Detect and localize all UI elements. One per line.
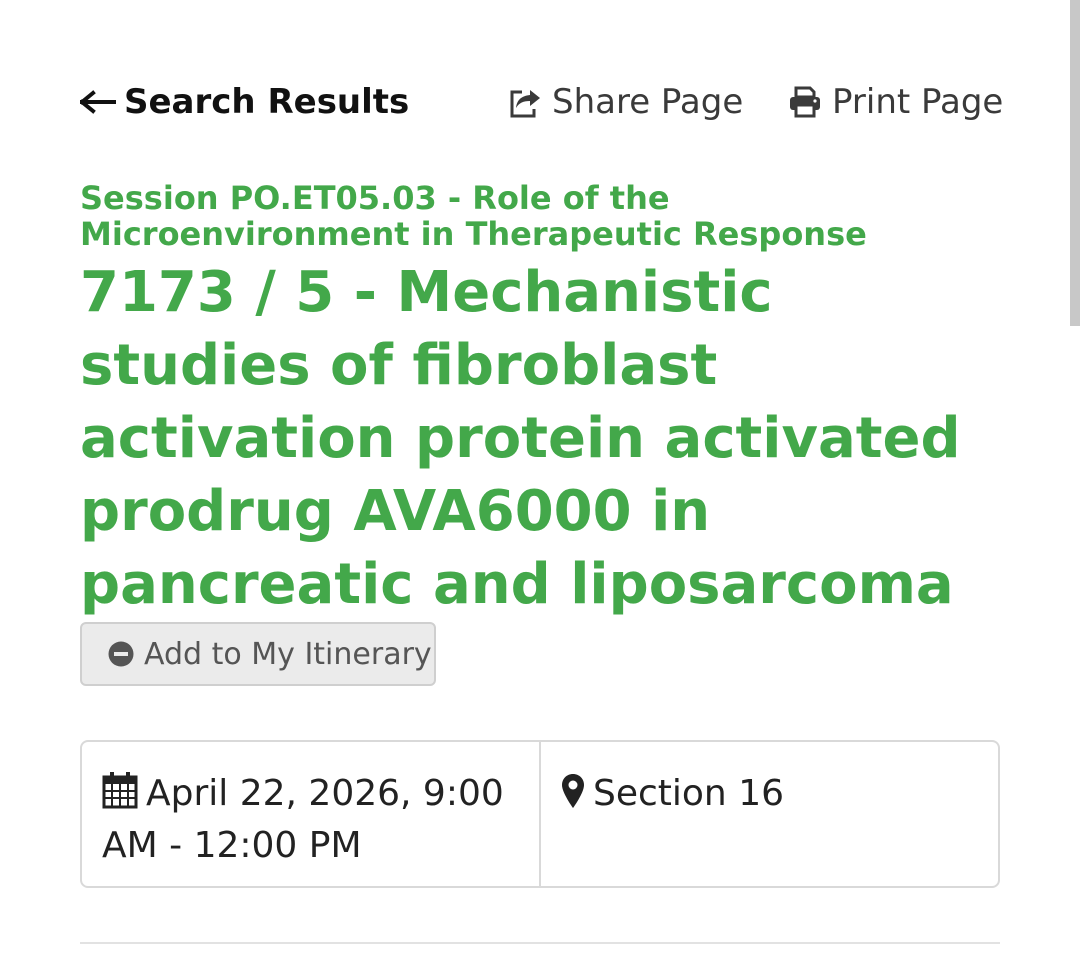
date-time-text: April 22, 2026, 9:00 AM - 12:00 PM [102, 773, 504, 866]
print-page-label: Print Page [832, 82, 1004, 122]
print-icon [790, 86, 820, 118]
arrow-left-icon [80, 90, 116, 114]
share-page-link[interactable]: Share Page [508, 78, 743, 126]
print-page-link[interactable]: Print Page [788, 78, 1003, 126]
share-icon [510, 90, 540, 118]
section-divider [80, 942, 1000, 944]
back-to-search-results-link[interactable]: Search Results [80, 78, 409, 126]
location-text: Section 16 [593, 773, 785, 814]
minus-circle-icon [108, 641, 134, 667]
calendar-icon [102, 772, 138, 809]
back-link-label: Search Results [124, 82, 410, 122]
session-details-box: April 22, 2026, 9:00 AM - 12:00 PM Secti… [80, 740, 1000, 888]
session-detail-page: Search Results Share Page Print Page Ses… [0, 0, 1080, 978]
location-cell: Section 16 [541, 742, 998, 886]
add-to-itinerary-button[interactable]: Add to My Itinerary [80, 622, 436, 686]
date-time-cell: April 22, 2026, 9:00 AM - 12:00 PM [82, 742, 541, 886]
add-to-itinerary-label: Add to My Itinerary [144, 636, 432, 672]
page-toolbar: Search Results Share Page Print Page [80, 78, 1003, 128]
map-marker-icon [562, 774, 584, 808]
scrollbar-thumb[interactable] [1070, 0, 1080, 326]
scrollbar-track[interactable] [1070, 0, 1080, 978]
share-page-label: Share Page [552, 82, 744, 122]
session-title: Session PO.ET05.03 - Role of the Microen… [80, 179, 867, 253]
